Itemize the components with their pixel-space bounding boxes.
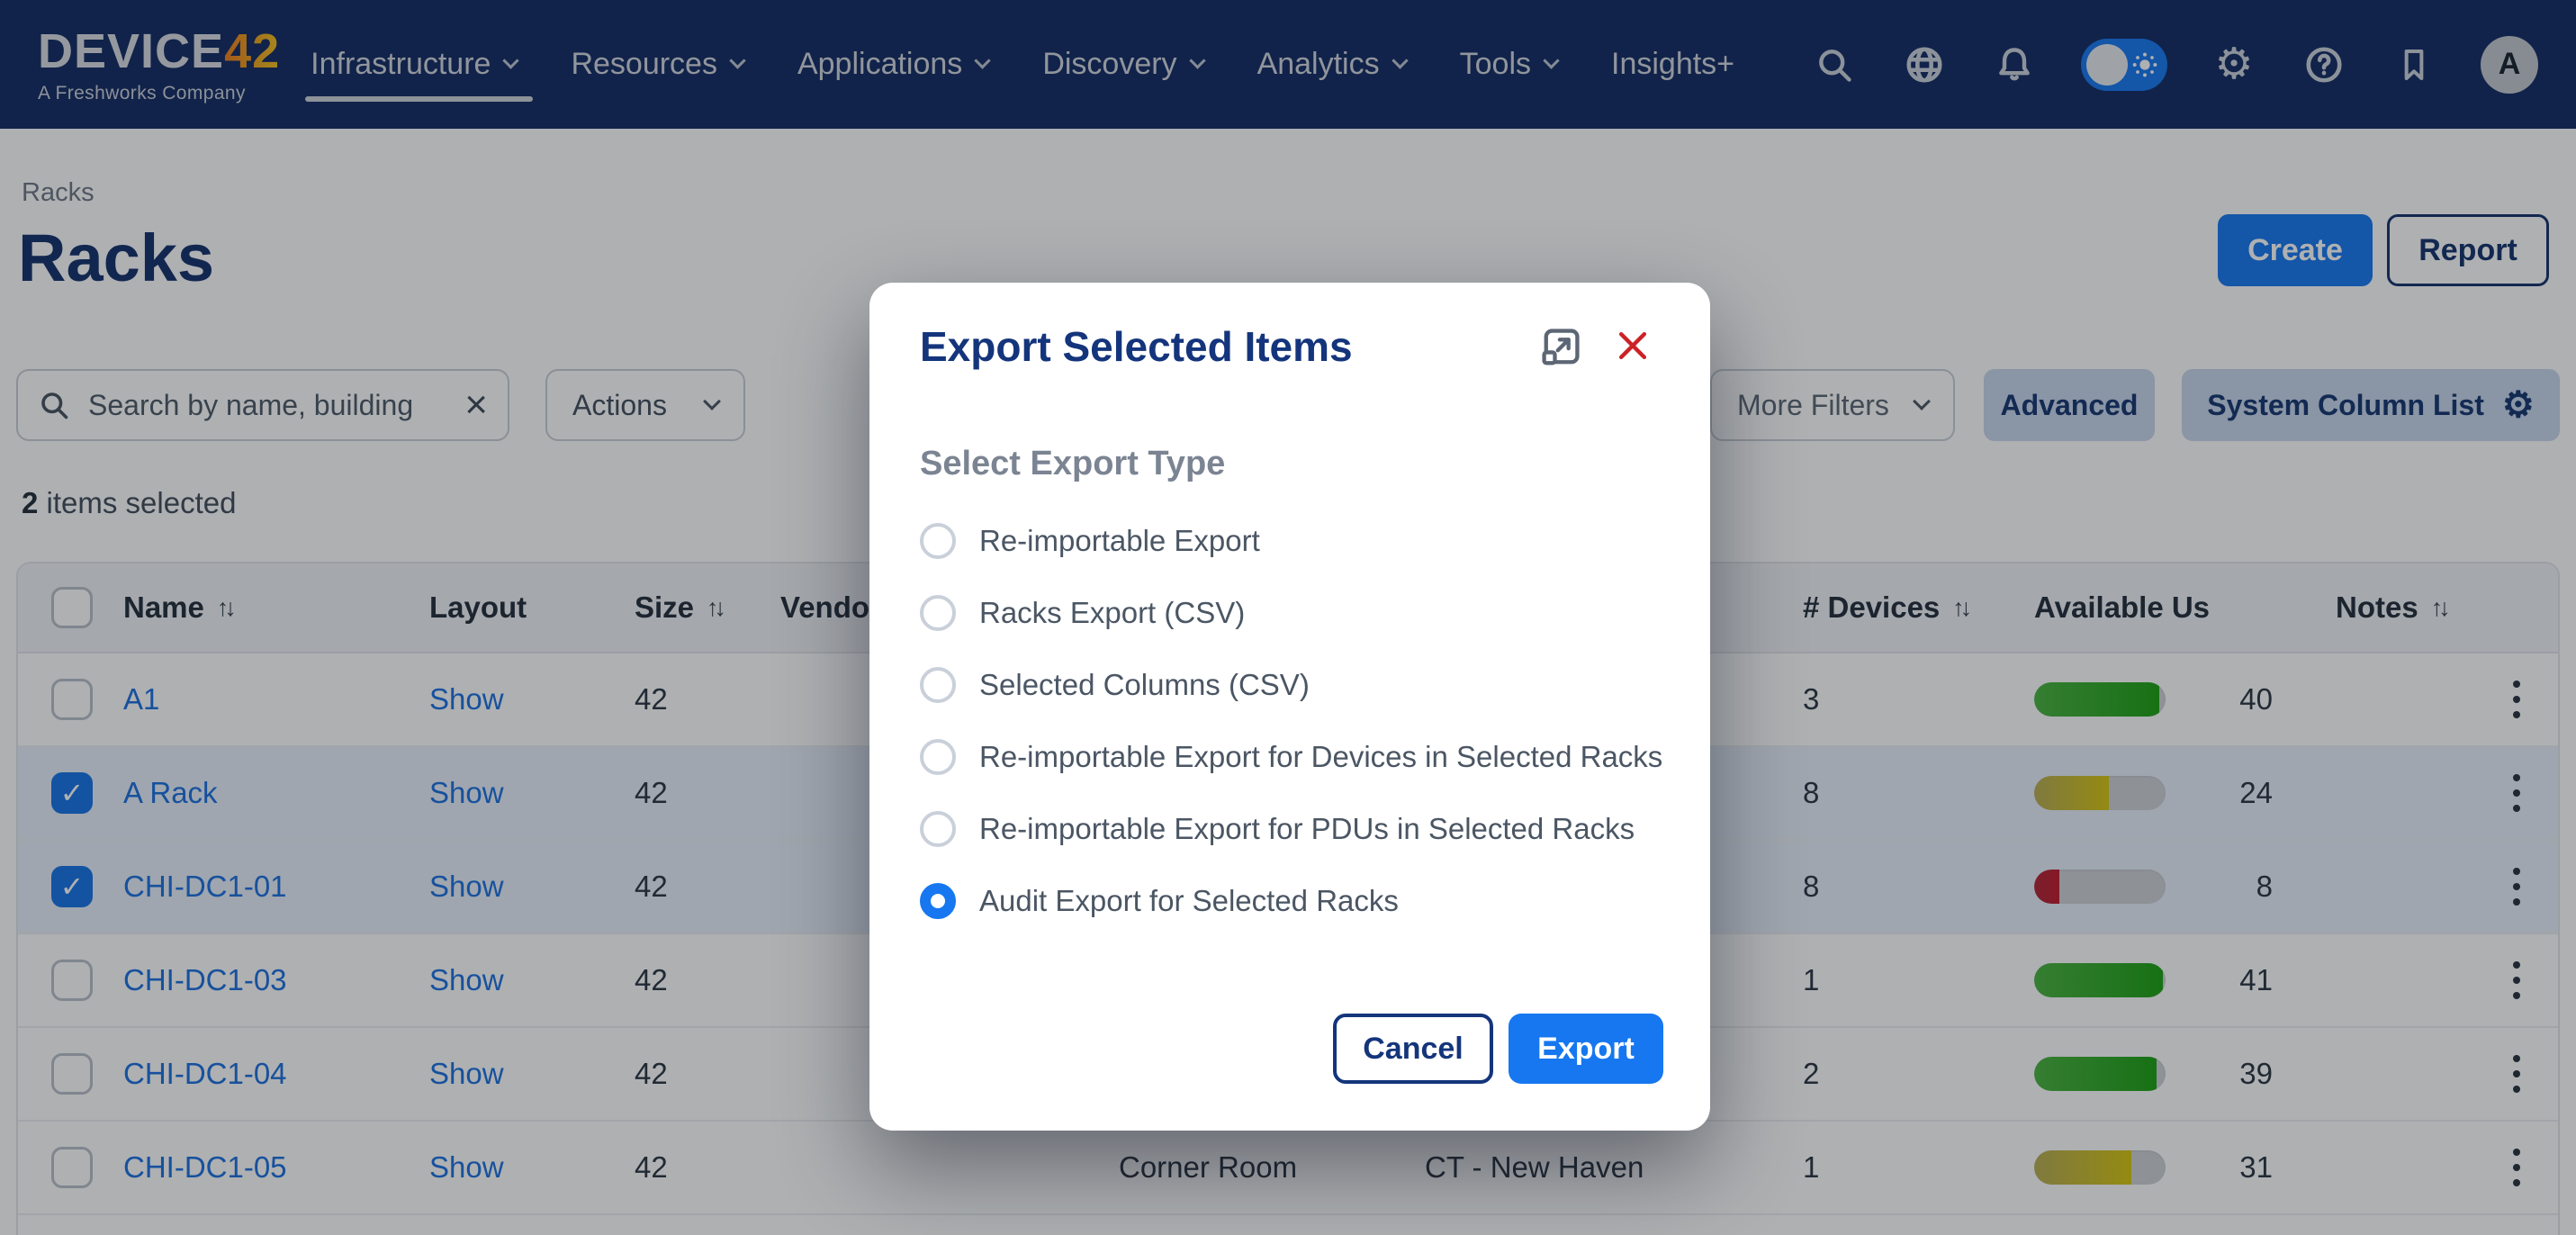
export-option[interactable]: Racks Export (CSV) xyxy=(920,577,1678,649)
export-type-options: Re-importable Export Racks Export (CSV) Se… xyxy=(920,505,1678,937)
radio-unselected[interactable] xyxy=(920,739,956,775)
modal-title: Export Selected Items xyxy=(920,322,1353,371)
radio-unselected[interactable] xyxy=(920,595,956,631)
radio-unselected[interactable] xyxy=(920,523,956,559)
export-option-label: Re-importable Export for PDUs in Selecte… xyxy=(979,812,1635,846)
export-option[interactable]: Audit Export for Selected Racks xyxy=(920,865,1678,937)
export-option-label: Audit Export for Selected Racks xyxy=(979,884,1399,918)
cancel-button[interactable]: Cancel xyxy=(1333,1014,1493,1084)
radio-unselected[interactable] xyxy=(920,667,956,703)
radio-selected[interactable] xyxy=(920,883,956,919)
export-option[interactable]: Re-importable Export xyxy=(920,505,1678,577)
radio-unselected[interactable] xyxy=(920,811,956,847)
export-button[interactable]: Export xyxy=(1509,1014,1663,1084)
expand-icon[interactable] xyxy=(1537,324,1584,371)
export-option[interactable]: Re-importable Export for Devices in Sele… xyxy=(920,721,1678,793)
device42-app: DEVICE42 A Freshworks Company Infrastruc… xyxy=(0,0,2576,1235)
export-option-label: Selected Columns (CSV) xyxy=(979,668,1310,702)
export-option-label: Racks Export (CSV) xyxy=(979,596,1245,630)
export-option[interactable]: Re-importable Export for PDUs in Selecte… xyxy=(920,793,1678,865)
modal-subtitle: Select Export Type xyxy=(920,445,1225,483)
export-option[interactable]: Selected Columns (CSV) xyxy=(920,649,1678,721)
export-modal: Export Selected Items Select Export Type… xyxy=(869,283,1710,1131)
close-icon[interactable] xyxy=(1613,326,1656,369)
export-option-label: Re-importable Export for Devices in Sele… xyxy=(979,740,1662,774)
export-option-label: Re-importable Export xyxy=(979,524,1260,558)
